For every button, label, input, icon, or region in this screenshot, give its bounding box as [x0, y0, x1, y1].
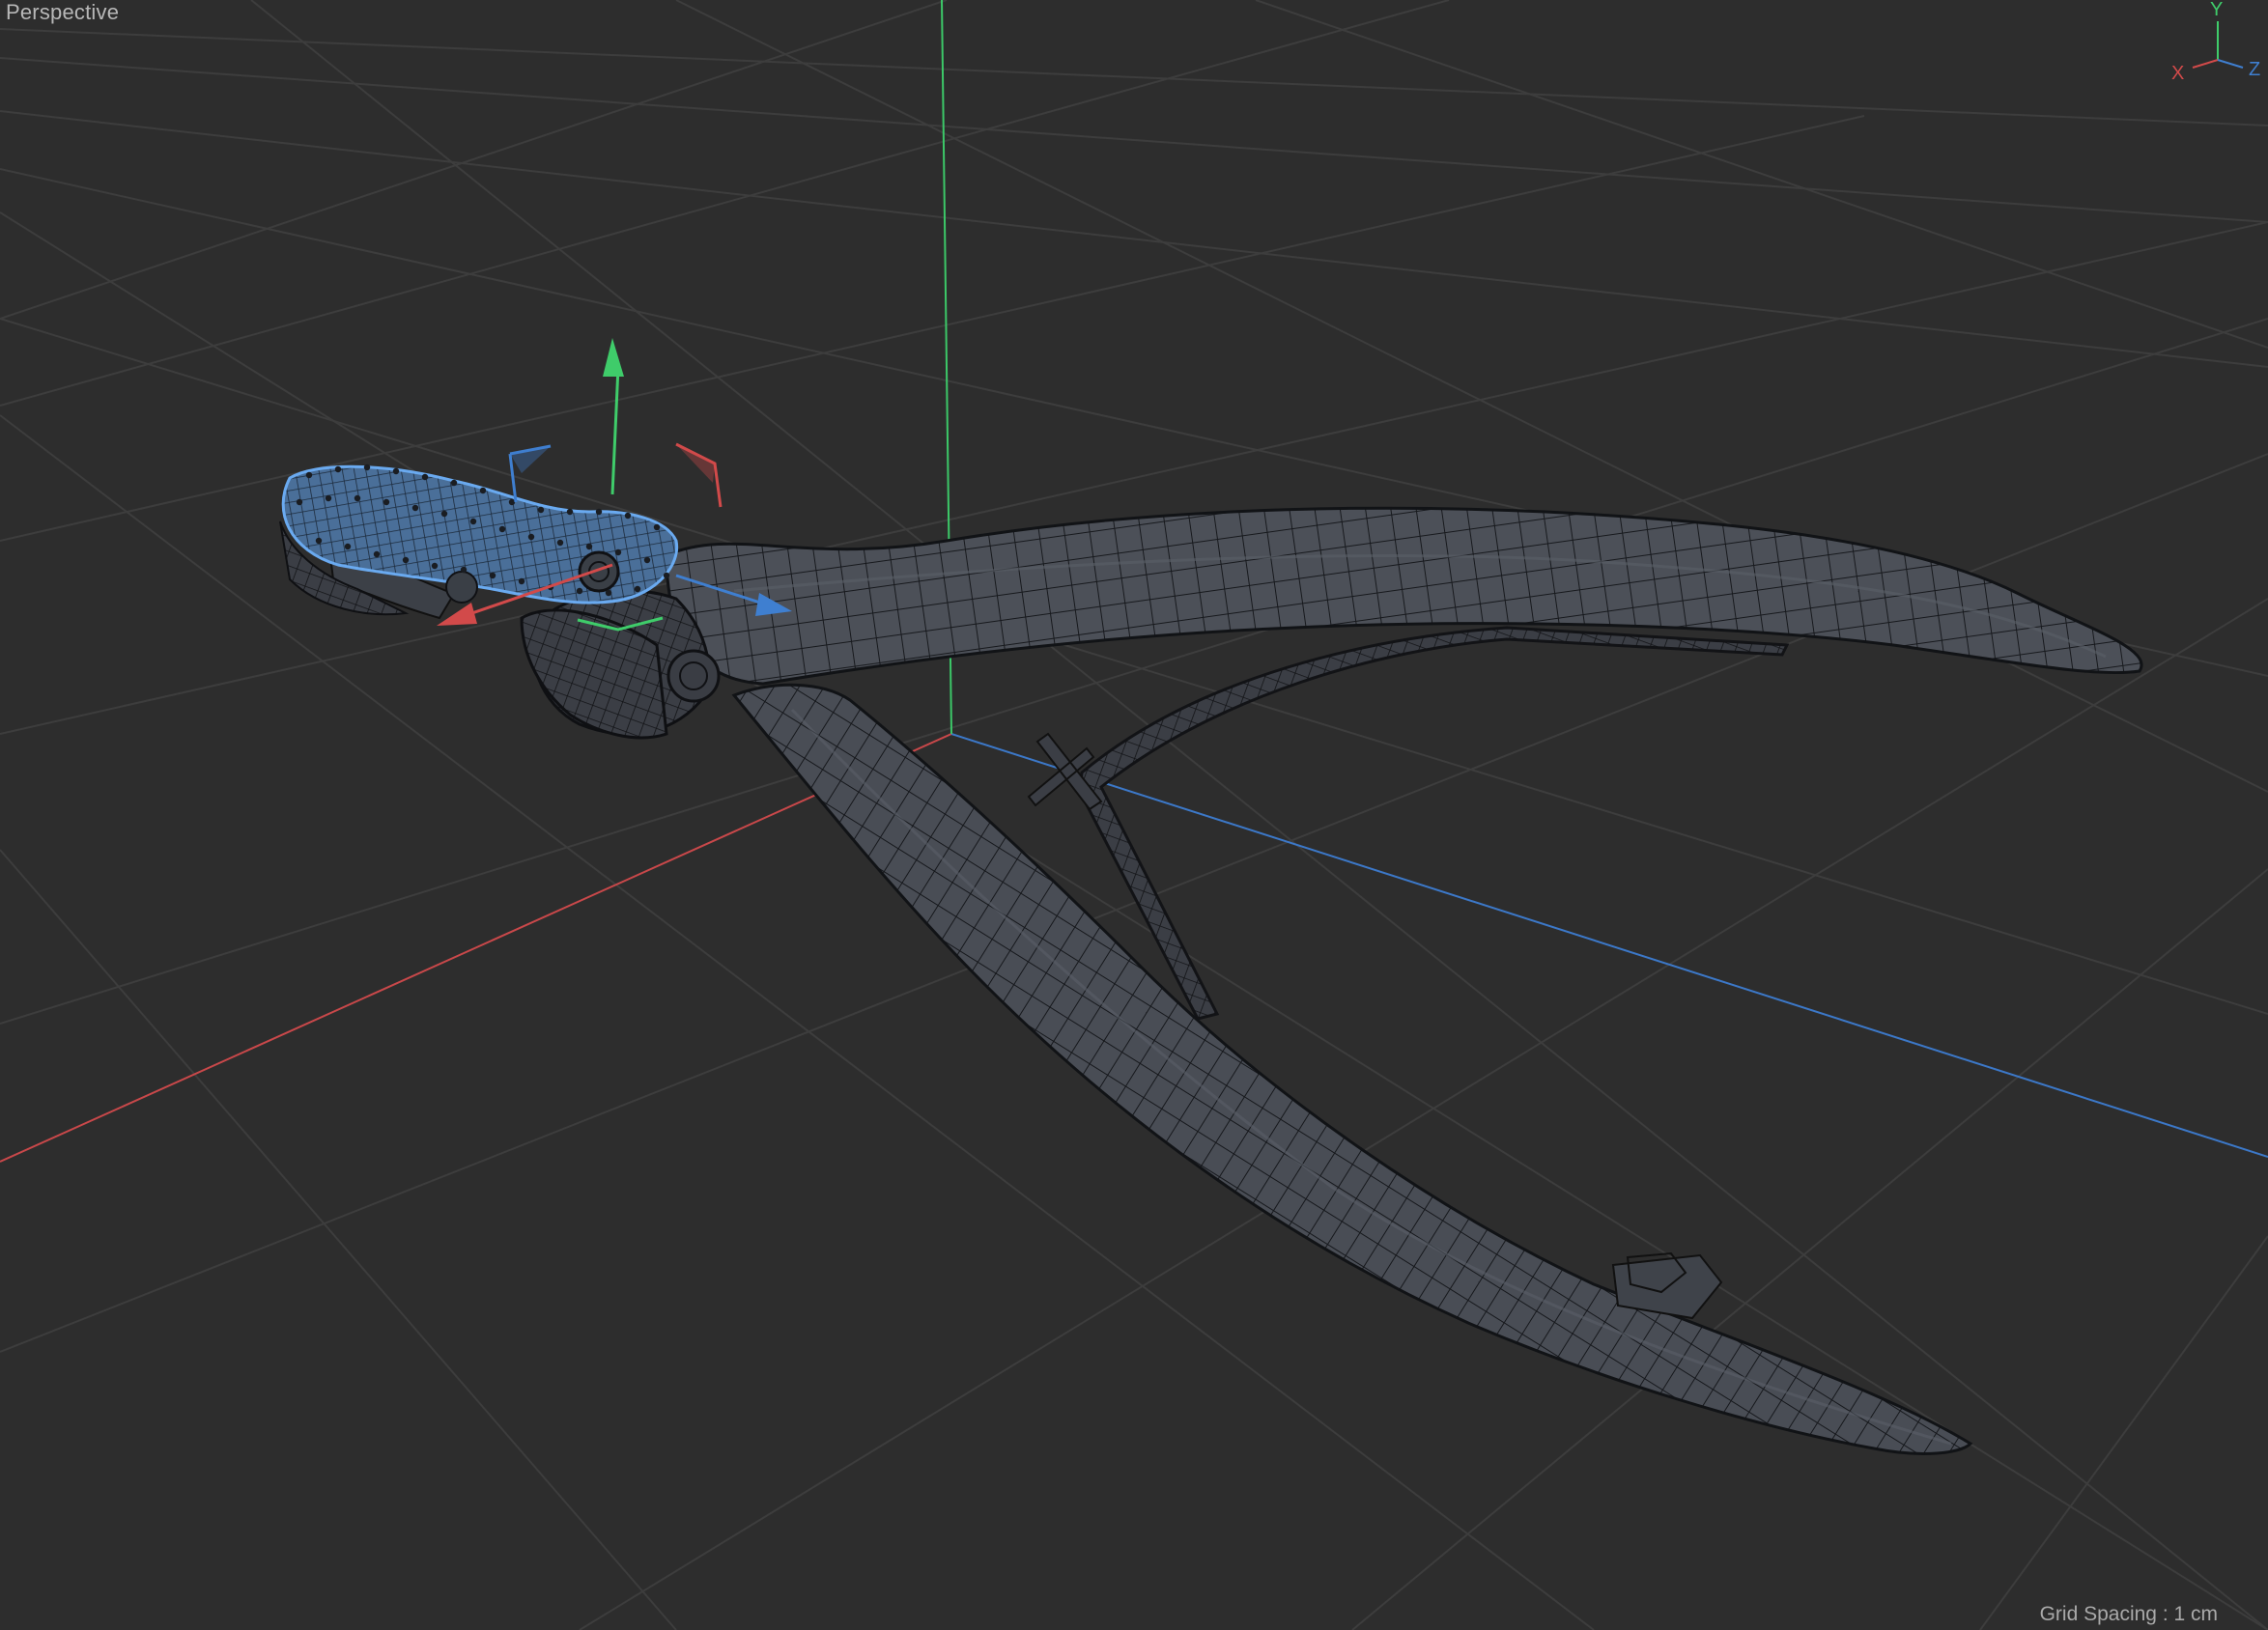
- gizmo-y-arrow[interactable]: [603, 338, 624, 377]
- vertex-point: [527, 533, 535, 541]
- vertex-point: [354, 494, 361, 502]
- vertex-point: [402, 556, 410, 564]
- vertex-point: [325, 494, 332, 502]
- grid-line: [0, 57, 2268, 223]
- vertex-point: [576, 587, 583, 595]
- 3d-viewport[interactable]: Y X Z Perspective Grid Spacing : 1 cm: [0, 0, 2268, 1630]
- vertex-point: [421, 473, 429, 481]
- vertex-point: [624, 512, 632, 520]
- ground-grid: [0, 0, 2268, 1630]
- vertex-point: [305, 471, 313, 479]
- viewport-scene[interactable]: Y X Z: [0, 0, 2268, 1630]
- grid-line: [0, 0, 948, 320]
- vertex-point: [663, 572, 670, 579]
- grid-line: [0, 115, 1865, 542]
- vertex-point: [460, 566, 468, 574]
- vertex-point: [518, 577, 525, 585]
- vertex-point: [566, 508, 574, 516]
- vertex-point: [334, 465, 342, 473]
- vertex-point: [411, 504, 419, 512]
- grid-line: [675, 0, 2268, 793]
- vertex-point: [373, 550, 381, 558]
- vertex-point: [469, 518, 477, 525]
- vertex-point: [431, 562, 439, 570]
- vertex-point: [585, 543, 593, 550]
- vertex-point: [383, 498, 390, 506]
- vertex-point: [537, 506, 545, 514]
- vertex-point: [643, 556, 651, 564]
- vertex-point: [450, 479, 458, 487]
- world-x-axis: [0, 733, 952, 1163]
- jaw-pivot-bolt[interactable]: [578, 550, 620, 593]
- view-name-label[interactable]: Perspective: [6, 0, 119, 25]
- grid-line: [0, 28, 2268, 126]
- pivot-bolt-lower[interactable]: [666, 649, 721, 703]
- vertex-point: [489, 572, 496, 579]
- orientation-y-label: Y: [2210, 0, 2223, 20]
- grid-line: [1255, 0, 2268, 349]
- orientation-z-label: Z: [2249, 59, 2260, 80]
- vertex-point: [498, 525, 506, 533]
- grid-spacing-readout: Grid Spacing : 1 cm: [2039, 1603, 2218, 1625]
- pliers-lower-handle[interactable]: [731, 683, 1973, 1455]
- vertex-point: [479, 487, 487, 494]
- grid-line: [0, 110, 2268, 368]
- axis-orientation-icon[interactable]: Y X Z: [2171, 0, 2260, 84]
- vertex-point: [392, 467, 400, 475]
- vertex-point: [634, 585, 641, 593]
- grid-line: [0, 849, 677, 1630]
- vertex-point: [296, 498, 303, 506]
- vertex-point: [653, 523, 661, 531]
- vertex-point: [344, 543, 352, 550]
- orientation-x-label: X: [2171, 63, 2184, 84]
- vertex-point: [315, 537, 323, 545]
- gizmo-yz-plane-handle[interactable]: [675, 442, 723, 508]
- vertex-point: [440, 510, 448, 518]
- pliers-model[interactable]: [279, 464, 2143, 1455]
- vertex-point: [614, 548, 622, 556]
- vertex-point: [595, 508, 603, 516]
- vertex-point: [605, 589, 612, 597]
- vertex-point: [363, 464, 371, 471]
- vertex-point: [556, 539, 564, 547]
- grid-line: [0, 0, 1450, 407]
